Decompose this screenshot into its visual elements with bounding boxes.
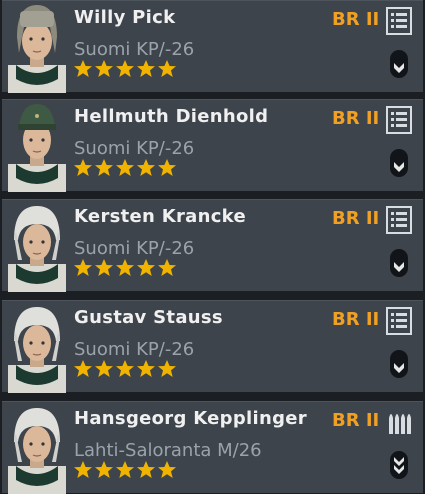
soldier-card[interactable]: Hellmuth Dienhold Suomi KP/-26 BR II — [2, 99, 423, 192]
star-icon — [137, 360, 155, 377]
star-icon — [95, 159, 113, 176]
soldier-card[interactable]: Kersten Krancke Suomi KP/-26 BR II — [2, 199, 423, 292]
soldier-portrait — [6, 100, 68, 192]
star-icon — [137, 60, 155, 77]
star-icon — [137, 461, 155, 478]
soldier-weapon: Suomi KP/-26 — [74, 138, 195, 159]
star-icon — [116, 360, 134, 377]
rank-chevron-icon — [390, 50, 408, 78]
soldier-portrait — [6, 402, 68, 494]
soldier-card[interactable]: Gustav Stauss Suomi KP/-26 BR II — [2, 300, 423, 393]
star-icon — [158, 259, 176, 276]
soldier-name: Hansgeorg Kepplinger — [74, 408, 307, 429]
soldier-weapon: Suomi KP/-26 — [74, 39, 195, 60]
soldier-name: Willy Pick — [74, 7, 176, 28]
star-icon — [95, 360, 113, 377]
soldier-name: Gustav Stauss — [74, 307, 223, 328]
star-icon — [158, 360, 176, 377]
soldier-list: Willy Pick Suomi KP/-26 BR II Hellmuth D… — [0, 0, 425, 494]
star-icon — [74, 60, 92, 77]
soldier-name: Kersten Krancke — [74, 206, 246, 227]
star-icon — [95, 461, 113, 478]
bullets-icon[interactable] — [386, 408, 412, 436]
magazine-list-icon[interactable] — [386, 307, 412, 335]
soldier-name: Hellmuth Dienhold — [74, 106, 269, 127]
soldier-card[interactable]: Willy Pick Suomi KP/-26 BR II — [2, 0, 423, 93]
star-icon — [95, 60, 113, 77]
star-icon — [74, 259, 92, 276]
soldier-stars — [73, 460, 177, 480]
magazine-list-icon[interactable] — [386, 206, 412, 234]
soldier-stars — [73, 359, 177, 379]
star-icon — [116, 461, 134, 478]
rank-chevron-icon — [390, 350, 408, 378]
star-icon — [137, 159, 155, 176]
battle-rating: BR II — [332, 108, 380, 129]
soldier-portrait — [6, 301, 68, 393]
star-icon — [74, 159, 92, 176]
soldier-stars — [73, 59, 177, 79]
rank-chevrons-icon — [390, 451, 408, 479]
rank-chevron-icon — [390, 249, 408, 277]
soldier-weapon: Suomi KP/-26 — [74, 339, 195, 360]
soldier-portrait — [6, 1, 68, 93]
soldier-stars — [73, 158, 177, 178]
soldier-portrait — [6, 200, 68, 292]
battle-rating: BR II — [332, 309, 380, 330]
star-icon — [137, 259, 155, 276]
soldier-card[interactable]: Hansgeorg Kepplinger Lahti-Saloranta M/2… — [2, 401, 423, 494]
star-icon — [95, 259, 113, 276]
magazine-list-icon[interactable] — [386, 7, 412, 35]
battle-rating: BR II — [332, 208, 380, 229]
soldier-weapon: Lahti-Saloranta M/26 — [74, 440, 262, 461]
battle-rating: BR II — [332, 9, 380, 30]
star-icon — [74, 360, 92, 377]
soldier-stars — [73, 258, 177, 278]
star-icon — [158, 159, 176, 176]
star-icon — [116, 159, 134, 176]
star-icon — [158, 60, 176, 77]
star-icon — [116, 259, 134, 276]
rank-chevron-icon — [390, 149, 408, 177]
star-icon — [116, 60, 134, 77]
battle-rating: BR II — [332, 410, 380, 431]
star-icon — [158, 461, 176, 478]
magazine-list-icon[interactable] — [386, 106, 412, 134]
soldier-weapon: Suomi KP/-26 — [74, 238, 195, 259]
star-icon — [74, 461, 92, 478]
